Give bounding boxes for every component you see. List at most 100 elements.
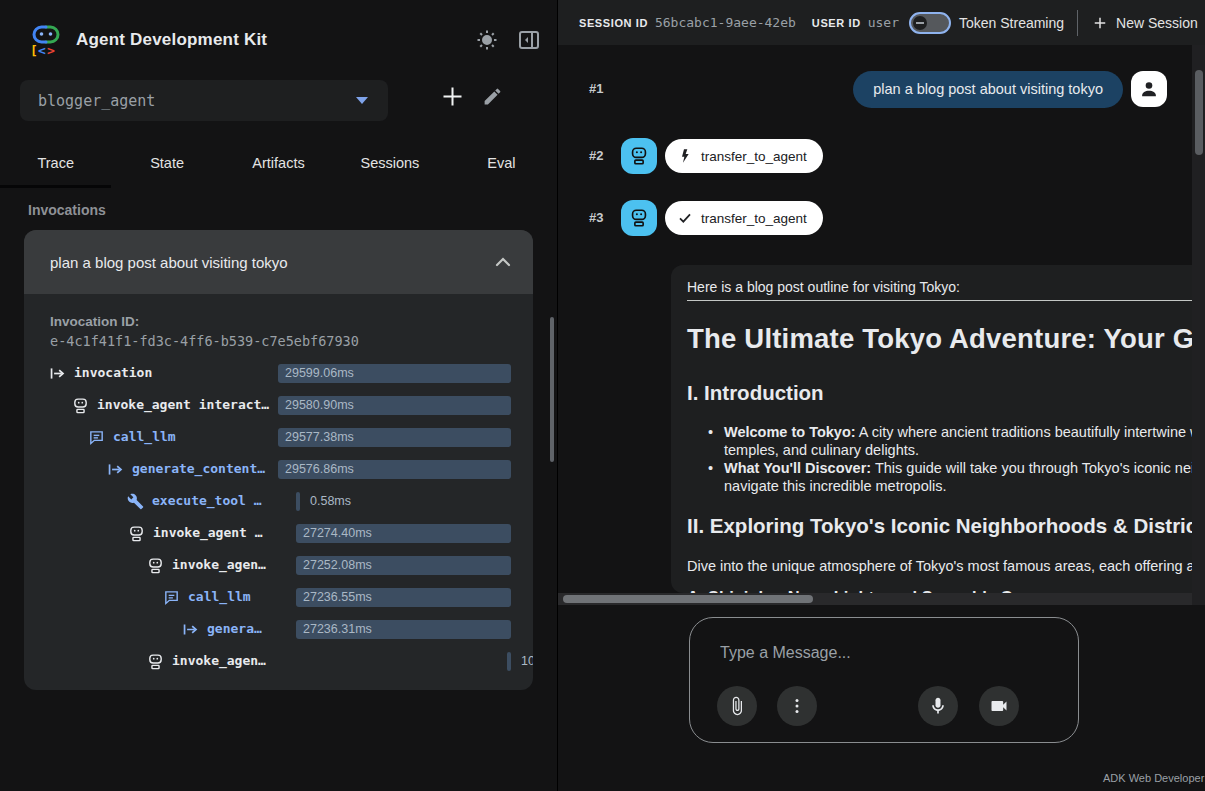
span-duration: 29576.86ms <box>285 462 354 476</box>
arrow-icon <box>182 621 199 638</box>
microphone-icon <box>928 696 948 716</box>
invocation-title: plan a blog post about visiting tokyo <box>50 254 495 271</box>
outline-paragraph: Dive into the unique atmosphere of Tokyo… <box>687 558 1192 574</box>
tab-state[interactable]: State <box>111 146 222 186</box>
message-input[interactable] <box>720 644 1020 662</box>
check-icon <box>677 210 693 226</box>
event-chip[interactable]: transfer_to_agent <box>665 139 823 173</box>
span-duration: 0.58ms <box>310 494 351 508</box>
invocations-section-label: Invocations <box>28 202 106 218</box>
tab-bar: TraceStateArtifactsSessionsEval <box>0 146 557 186</box>
footer-text: ADK Web Developer UI <box>1103 772 1205 784</box>
app-title: Agent Development Kit <box>76 30 267 50</box>
right-panel: SESSION ID 56bcabc1-9aee-42eb USER ID us… <box>557 0 1205 791</box>
span-duration-bar: 29576.86ms <box>278 460 511 479</box>
chat-horizontal-scrollbar[interactable] <box>558 593 1192 605</box>
user-id-label: USER ID <box>812 17 861 29</box>
robot-icon <box>628 145 650 167</box>
token-streaming-label: Token Streaming <box>959 15 1064 31</box>
span-duration-bar: 29577.38ms <box>278 428 511 447</box>
videocam-icon <box>989 696 1009 716</box>
message-index: #3 <box>589 210 603 225</box>
invocation-id-value: e-4c1f41f1-fd3c-4ff6-b539-c7e5ebf67930 <box>50 333 359 349</box>
span-duration: 29580.90ms <box>285 398 354 412</box>
event-chip[interactable]: transfer_to_agent <box>665 201 823 235</box>
trace-span-row[interactable]: invoke_agen… 27252.08ms <box>24 550 533 582</box>
arrow-icon <box>107 461 124 478</box>
robot-icon <box>72 397 89 414</box>
span-duration: 27252.08ms <box>303 558 372 572</box>
span-label: invoke_agen… <box>172 653 266 668</box>
span-label: execute_tool … <box>152 493 262 508</box>
robot-icon <box>628 207 650 229</box>
span-label: call_llm <box>113 429 176 444</box>
span-duration: 10 <box>521 654 533 668</box>
microphone-button[interactable] <box>918 686 958 726</box>
collapse-panel-icon[interactable] <box>517 28 541 52</box>
span-label: invoke_agent interact… <box>97 397 269 412</box>
outline-intro: Here is a blog post outline for visiting… <box>687 278 1192 296</box>
tab-eval[interactable]: Eval <box>446 146 557 186</box>
trace-span-row[interactable]: invoke_agent … 27274.40ms <box>24 518 533 550</box>
edit-agent-button[interactable] <box>482 86 503 107</box>
left-panel-scrollbar[interactable] <box>550 317 554 462</box>
attach-file-button[interactable] <box>717 686 757 726</box>
more-options-button[interactable] <box>777 686 817 726</box>
trace-span-row[interactable]: generate_content… 29576.86ms <box>24 454 533 486</box>
span-label: invocation <box>74 365 152 380</box>
trace-span-row[interactable]: genera…27236.31ms <box>24 614 533 646</box>
app-header: [ < > Agent Development Kit <box>28 20 541 60</box>
span-label: generate_content… <box>132 461 265 476</box>
span-duration: 29599.06ms <box>285 366 354 380</box>
outline-bullet: What You'll Discover: This guide will ta… <box>724 459 1192 495</box>
wrench-icon <box>127 493 144 510</box>
trace-span-row[interactable]: invoke_agent interact… 29580.90ms <box>24 390 533 422</box>
robot-icon <box>128 525 145 542</box>
span-label: invoke_agen… <box>172 557 266 572</box>
span-duration-bar: 27252.08ms <box>296 556 511 575</box>
add-session-button[interactable] <box>439 83 466 110</box>
person-icon <box>1138 78 1160 100</box>
tab-sessions[interactable]: Sessions <box>334 146 445 186</box>
tab-artifacts[interactable]: Artifacts <box>223 146 334 186</box>
tab-trace[interactable]: Trace <box>0 146 111 186</box>
trace-span-row[interactable]: call_llm 27236.55ms <box>24 582 533 614</box>
new-session-button[interactable]: New Session <box>1091 14 1198 32</box>
span-duration-bar <box>507 652 511 671</box>
trace-span-row[interactable]: invocation 29599.06ms <box>24 358 533 390</box>
svg-text:<: < <box>38 43 46 58</box>
span-duration: 27236.31ms <box>303 622 372 636</box>
video-button[interactable] <box>979 686 1019 726</box>
agent-select-dropdown[interactable]: blogger_agent <box>20 80 388 121</box>
span-duration-bar: 29599.06ms <box>278 364 511 383</box>
chat-vertical-scrollbar[interactable] <box>1192 45 1205 605</box>
trace-span-row[interactable]: invoke_agen… 10 <box>24 646 533 678</box>
user-id-value: user <box>868 15 899 30</box>
message-composer <box>689 617 1079 743</box>
chevron-up-icon <box>495 257 511 267</box>
theme-toggle-icon[interactable] <box>475 28 499 52</box>
plus-icon <box>1091 14 1109 32</box>
invocation-card-header[interactable]: plan a blog post about visiting tokyo <box>24 230 533 294</box>
invocation-card: plan a blog post about visiting tokyo In… <box>24 230 533 690</box>
outline-heading-2: II. Exploring Tokyo's Iconic Neighborhoo… <box>687 514 1192 538</box>
svg-text:[: [ <box>30 43 38 58</box>
trace-span-row[interactable]: execute_tool … 0.58ms <box>24 486 533 518</box>
left-panel: [ < > Agent Development Kit blogger_agen… <box>0 0 557 791</box>
span-duration: 27236.55ms <box>303 590 372 604</box>
session-id-label: SESSION ID <box>579 17 648 29</box>
span-duration-bar: 27236.55ms <box>296 588 511 607</box>
agent-avatar <box>621 200 657 236</box>
token-streaming-toggle[interactable] <box>909 12 951 34</box>
arrow-icon <box>49 365 66 382</box>
outline-title: The Ultimate Tokyo Adventure: Your G <box>687 323 1192 355</box>
svg-text:>: > <box>47 43 55 58</box>
divider <box>687 300 1192 301</box>
agent-select-value: blogger_agent <box>38 92 356 110</box>
trace-span-row[interactable]: call_llm 29577.38ms <box>24 422 533 454</box>
span-label: call_llm <box>188 589 251 604</box>
span-duration-bar: 27274.40ms <box>296 524 511 543</box>
robot-icon <box>147 557 164 574</box>
span-label: invoke_agent … <box>153 525 263 540</box>
span-duration-bar: 27236.31ms <box>296 620 511 639</box>
